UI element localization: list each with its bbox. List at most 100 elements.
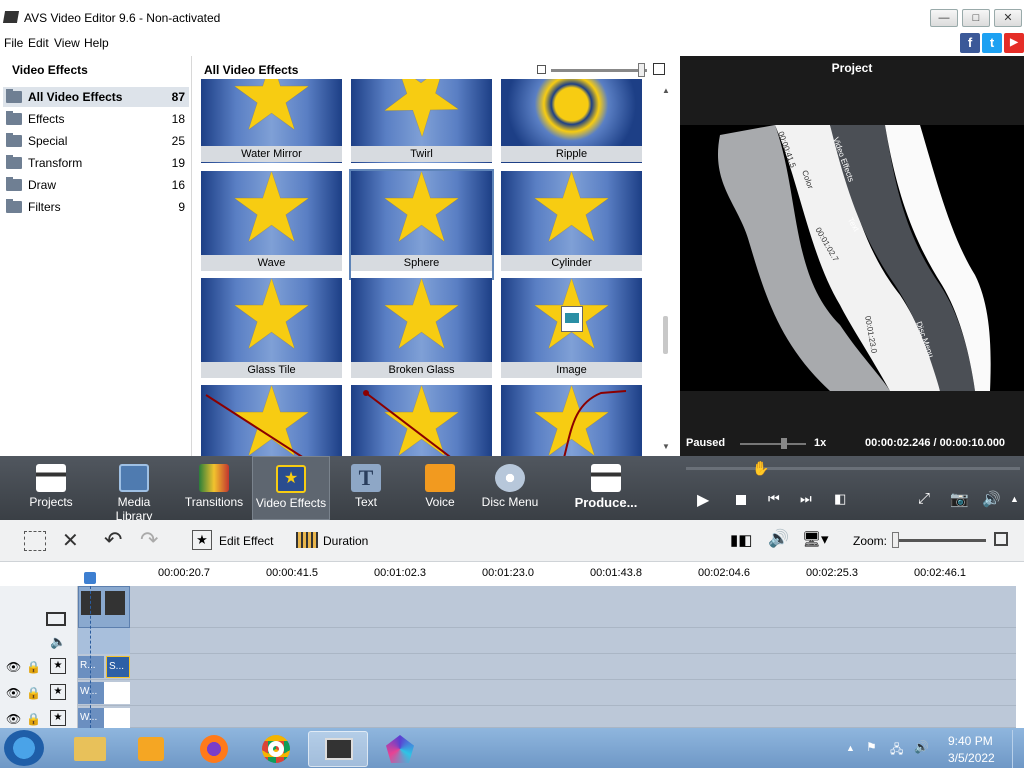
effect-clip-selected[interactable]: S... (106, 656, 130, 678)
effect-clip-track[interactable]: W... (78, 708, 130, 728)
facebook-icon[interactable]: f (960, 33, 980, 53)
taskbar-firefox[interactable] (184, 731, 244, 767)
effect-glass-tile[interactable]: ★ Glass Tile (201, 278, 342, 385)
twitter-icon[interactable]: t (982, 33, 1002, 53)
effect-draw-3[interactable]: ★ (501, 385, 642, 456)
effect-clip[interactable]: W... (78, 708, 104, 728)
large-thumb-icon[interactable] (653, 63, 665, 75)
disc-menu-button[interactable]: Disc Menu (480, 456, 540, 520)
duration-icon[interactable] (296, 532, 318, 548)
effect-image[interactable]: ★ Image (501, 278, 642, 385)
grid-scrollbar[interactable]: ▲ ▼ (659, 86, 673, 456)
visibility-eye-icon[interactable]: 👁 (6, 660, 21, 674)
speed-slider-handle[interactable] (781, 438, 787, 449)
scroll-up-icon[interactable]: ▲ (662, 86, 670, 95)
split-icon[interactable]: ◧ (834, 491, 846, 507)
audio-mute-icon[interactable]: 🔈 (50, 634, 66, 650)
start-button[interactable] (4, 730, 44, 766)
timeline-ruler[interactable]: 00:00:20.7 00:00:41.5 00:01:02.3 00:01:2… (0, 562, 1024, 586)
play-icon[interactable]: ▶ (697, 490, 709, 510)
next-frame-icon[interactable]: ⏭ (800, 491, 812, 507)
youtube-icon[interactable]: ▶ (1004, 33, 1024, 53)
tray-volume-icon[interactable]: 🔊 (914, 740, 929, 754)
voice-button[interactable]: Voice (414, 456, 466, 520)
lock-icon[interactable]: 🔒 (26, 686, 41, 700)
effect-draw-1[interactable]: ★ (201, 385, 342, 456)
redo-icon[interactable]: ↷ (140, 527, 158, 553)
effect-twirl[interactable]: ★ Twirl (351, 79, 492, 186)
edit-effect-icon[interactable]: ★ (192, 530, 212, 550)
lock-icon[interactable]: 🔒 (26, 660, 41, 674)
projects-button[interactable]: Projects (18, 456, 84, 520)
tray-expand-icon[interactable]: ▲ (846, 743, 855, 753)
thumb-size-slider-handle[interactable] (638, 63, 645, 77)
category-filters[interactable]: Filters 9 (3, 197, 189, 217)
zoom-slider[interactable] (894, 539, 986, 542)
select-all-icon[interactable] (24, 531, 46, 551)
category-draw[interactable]: Draw 16 (3, 175, 189, 195)
tray-flag-icon[interactable]: ⚑ (866, 740, 877, 754)
tray-network-icon[interactable]: 🖧 (890, 740, 903, 761)
delete-icon[interactable]: ✕ (62, 528, 79, 553)
scroll-thumb[interactable] (663, 316, 668, 354)
lock-icon[interactable]: 🔒 (26, 712, 41, 726)
zoom-fit-icon[interactable] (994, 532, 1008, 546)
prev-frame-icon[interactable]: ⏮ (768, 491, 780, 507)
taskbar-media-player[interactable] (122, 731, 182, 767)
taskbar-avs-editor[interactable] (308, 731, 368, 767)
playback-progress[interactable] (686, 467, 1020, 470)
video-effects-button[interactable]: ★ Video Effects (252, 456, 330, 520)
effect-draw-2[interactable]: ★ (351, 385, 492, 456)
maximize-button[interactable]: □ (962, 9, 990, 27)
small-thumb-icon[interactable] (537, 65, 546, 74)
menu-help[interactable]: Help (84, 36, 109, 50)
media-library-button[interactable]: Media Library (98, 456, 170, 523)
close-button[interactable]: ✕ (994, 9, 1022, 27)
stop-icon[interactable] (736, 495, 746, 505)
text-button[interactable]: T Text (340, 456, 392, 520)
produce-button[interactable]: Produce... (570, 456, 642, 520)
effect-ripple[interactable]: Ripple (501, 79, 642, 186)
audio-mixer-icon[interactable]: 🔊 (768, 529, 789, 549)
taskbar-chrome[interactable] (246, 731, 306, 767)
playhead-handle[interactable] (84, 572, 96, 584)
volume-arrow-icon[interactable]: ▲ (1010, 494, 1019, 504)
effect-clip-track[interactable]: W... (78, 682, 130, 704)
thumb-size-slider[interactable] (551, 69, 647, 72)
speed-slider[interactable] (740, 443, 806, 445)
display-options-icon[interactable]: 🖥▾ (802, 530, 829, 548)
effect-clip[interactable]: W... (78, 682, 104, 704)
undo-icon[interactable]: ↶ (104, 527, 122, 553)
volume-icon[interactable]: 🔊 (982, 490, 1001, 508)
edit-effect-button[interactable]: Edit Effect (219, 534, 273, 548)
transitions-button[interactable]: Transitions (182, 456, 246, 520)
menu-file[interactable]: File (4, 36, 23, 50)
visibility-eye-icon[interactable]: 👁 (6, 712, 21, 726)
minimize-button[interactable]: — (930, 9, 958, 27)
menu-edit[interactable]: Edit (28, 36, 49, 50)
zoom-slider-handle[interactable] (892, 532, 899, 548)
effect-broken-glass[interactable]: ★ Broken Glass (351, 278, 492, 385)
effect-cylinder[interactable]: ★ Cylinder (501, 171, 642, 278)
show-desktop-button[interactable] (1012, 730, 1024, 768)
effect-wave[interactable]: ★ Wave (201, 171, 342, 278)
category-effects[interactable]: Effects 18 (3, 109, 189, 129)
split-clip-icon[interactable]: ▮◧ (730, 531, 752, 549)
category-all[interactable]: All Video Effects 87 (3, 87, 189, 107)
timeline-tracks[interactable]: R... S... W... W... (0, 586, 1016, 728)
taskbar-explorer[interactable] (60, 731, 120, 767)
snapshot-icon[interactable]: 📷 (950, 490, 969, 508)
duration-button[interactable]: Duration (323, 534, 368, 548)
effect-sphere[interactable]: ★ Sphere (349, 169, 494, 280)
timeline-scrollbar[interactable] (1016, 586, 1024, 728)
fullscreen-icon[interactable]: ⤢ (918, 490, 930, 507)
visibility-eye-icon[interactable]: 👁 (6, 686, 21, 700)
taskbar-app[interactable] (370, 731, 430, 767)
menu-view[interactable]: View (54, 36, 80, 50)
clock-time[interactable]: 9:40 PM (948, 734, 993, 748)
effect-clip[interactable]: R... (78, 656, 104, 678)
video-clip[interactable] (78, 586, 130, 628)
effect-water-mirror[interactable]: ★ Water Mirror (201, 79, 342, 186)
category-transform[interactable]: Transform 19 (3, 153, 189, 173)
audio-clip[interactable] (78, 628, 130, 654)
